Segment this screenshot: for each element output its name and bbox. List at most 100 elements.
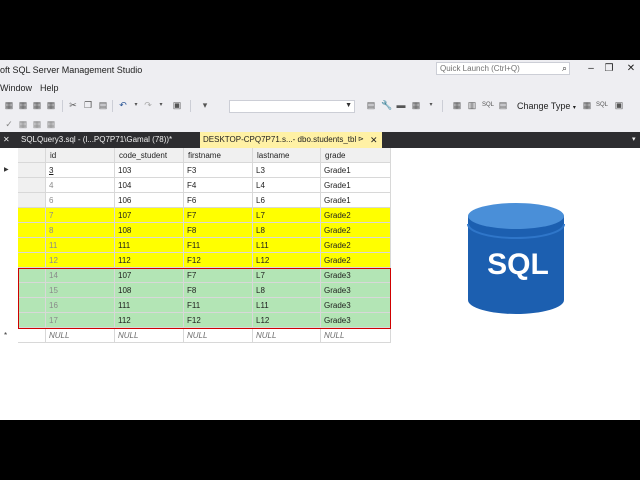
parse-icon[interactable]: ▦ xyxy=(18,119,28,129)
grid-cell-null[interactable]: NULL xyxy=(115,328,184,343)
undo-icon[interactable]: ↶ xyxy=(118,100,128,110)
grid-cell-code_student[interactable]: 104 xyxy=(115,178,184,193)
grid-cell-code_student[interactable]: 107 xyxy=(115,208,184,223)
grid-cell-grade[interactable]: Grade1 xyxy=(321,163,391,178)
grid-cell-null[interactable]: NULL xyxy=(46,328,115,343)
check-icon[interactable]: ✓ xyxy=(4,119,14,129)
grid-cell-firstname[interactable]: F3 xyxy=(184,163,253,178)
grid-cell-firstname[interactable]: F4 xyxy=(184,178,253,193)
grid-cell-id[interactable]: 7 xyxy=(46,208,115,223)
grid-cell-lastname[interactable]: L11 xyxy=(253,238,321,253)
quick-launch-input[interactable]: Quick Launch (Ctrl+Q) ⌕ xyxy=(436,62,570,75)
current-row-marker-icon: ▶ xyxy=(4,167,9,173)
options-icon[interactable]: ▦ xyxy=(411,100,421,110)
column-header-firstname[interactable]: firstname xyxy=(184,148,253,163)
grid-cell-code_student[interactable]: 103 xyxy=(115,163,184,178)
tab-label: DESKTOP-CPQ7P71.s...- dbo.students_tbl xyxy=(203,135,357,144)
wrench-icon[interactable]: 🔧 xyxy=(381,100,392,110)
properties-icon[interactable]: ▤ xyxy=(366,100,376,110)
grid-cell-id[interactable]: 6 xyxy=(46,193,115,208)
row-selector[interactable] xyxy=(18,223,46,238)
tab-sqlquery3[interactable]: SQLQuery3.sql - (l...PQ7P71\Gamal (78))* xyxy=(21,132,172,148)
grid-cell-firstname[interactable]: F12 xyxy=(184,253,253,268)
row-selector[interactable]: ▶ xyxy=(4,163,46,178)
grid-cell-grade[interactable]: Grade2 xyxy=(321,253,391,268)
grid-cell-code_student[interactable]: 112 xyxy=(115,253,184,268)
query-icon[interactable]: ▦ xyxy=(46,100,56,110)
grid-pane-icon[interactable]: ▦ xyxy=(452,100,462,110)
results-pane-icon[interactable]: ▤ xyxy=(498,100,508,110)
grid-cell-null[interactable]: NULL xyxy=(321,328,391,343)
save-icon[interactable]: ▣ xyxy=(172,100,182,110)
grid-cell-grade[interactable]: Grade2 xyxy=(321,223,391,238)
grid-cell-lastname[interactable]: L12 xyxy=(253,253,321,268)
close-window-button[interactable]: ✕ xyxy=(624,63,638,74)
restore-button[interactable]: ❐ xyxy=(602,63,616,74)
verify-sql-icon[interactable]: SQL xyxy=(596,100,608,110)
grid-cell-code_student[interactable]: 111 xyxy=(115,238,184,253)
column-header-id[interactable]: id xyxy=(46,148,115,163)
pin-icon[interactable]: ⊳ xyxy=(358,132,364,148)
close-icon[interactable]: ✕ xyxy=(370,132,378,148)
grid-cell-id[interactable]: 11 xyxy=(46,238,115,253)
grid-cell-lastname[interactable]: L3 xyxy=(253,163,321,178)
add-table-icon[interactable]: ▣ xyxy=(614,100,624,110)
grid-cell-grade[interactable]: Grade2 xyxy=(321,238,391,253)
row-selector[interactable] xyxy=(18,178,46,193)
open-icon[interactable]: ▦ xyxy=(18,100,28,110)
tab-close-icon[interactable]: ✕ xyxy=(3,132,10,148)
database-icon[interactable]: ▦ xyxy=(32,100,42,110)
grid-cell-id[interactable]: 3 xyxy=(46,163,115,178)
column-header-lastname[interactable]: lastname xyxy=(253,148,321,163)
column-header-code_student[interactable]: code_student xyxy=(115,148,184,163)
chevron-down-icon[interactable]: ▾ xyxy=(131,100,141,110)
grid-cell-null[interactable]: NULL xyxy=(184,328,253,343)
row-selector[interactable] xyxy=(18,238,46,253)
execute-icon[interactable]: ▦ xyxy=(582,100,592,110)
grid-cell-null[interactable]: NULL xyxy=(253,328,321,343)
change-type-button[interactable]: Change Type ▾ xyxy=(517,101,576,111)
solution-config-select[interactable]: ▼ xyxy=(229,100,355,113)
grid-cell-lastname[interactable]: L7 xyxy=(253,208,321,223)
column-header-grade[interactable]: grade xyxy=(321,148,391,163)
grid-cell-firstname[interactable]: F8 xyxy=(184,223,253,238)
menu-help[interactable]: Help xyxy=(40,83,59,93)
grid-cell-firstname[interactable]: F11 xyxy=(184,238,253,253)
grid-cell-firstname[interactable]: F6 xyxy=(184,193,253,208)
stats-icon[interactable]: ▦ xyxy=(46,119,56,129)
grid-cell-code_student[interactable]: 108 xyxy=(115,223,184,238)
paste-icon[interactable]: ▤ xyxy=(98,100,108,110)
row-selector-new[interactable]: * xyxy=(4,328,46,343)
redo-icon[interactable]: ↷ xyxy=(143,100,153,110)
grid-cell-id[interactable]: 4 xyxy=(46,178,115,193)
minimize-button[interactable]: – xyxy=(584,63,598,74)
row-selector[interactable] xyxy=(18,253,46,268)
change-type-label: Change Type xyxy=(517,101,571,111)
chevron-down-icon[interactable]: ▾ xyxy=(156,100,166,110)
tab-overflow-icon[interactable]: ▾ xyxy=(632,132,636,148)
copy-icon[interactable]: ❐ xyxy=(83,100,93,110)
new-query-icon[interactable]: ▦ xyxy=(4,100,14,110)
grid-cell-code_student[interactable]: 106 xyxy=(115,193,184,208)
grid-cell-id[interactable]: 12 xyxy=(46,253,115,268)
menu-window[interactable]: Window xyxy=(0,83,32,93)
cut-icon[interactable]: ✂ xyxy=(68,100,78,110)
grid-cell-lastname[interactable]: L4 xyxy=(253,178,321,193)
config-icon[interactable]: ▾ xyxy=(200,100,210,110)
tab-students-table[interactable]: DESKTOP-CPQ7P71.s...- dbo.students_tbl ⊳… xyxy=(200,132,382,148)
grid-cell-grade[interactable]: Grade1 xyxy=(321,193,391,208)
sql-pane-icon[interactable]: SQL xyxy=(482,100,494,110)
grid-cell-grade[interactable]: Grade2 xyxy=(321,208,391,223)
grid-cell-lastname[interactable]: L6 xyxy=(253,193,321,208)
grid-cell-firstname[interactable]: F7 xyxy=(184,208,253,223)
grid-cell-lastname[interactable]: L8 xyxy=(253,223,321,238)
diagram-pane-icon[interactable]: ▥ xyxy=(467,100,477,110)
row-selector[interactable] xyxy=(18,208,46,223)
grid-cell-id[interactable]: 8 xyxy=(46,223,115,238)
grid-cell-grade[interactable]: Grade1 xyxy=(321,178,391,193)
row-selector[interactable] xyxy=(18,193,46,208)
toolbox-icon[interactable]: ▬ xyxy=(396,100,406,110)
chevron-down-icon[interactable]: ▾ xyxy=(426,100,436,110)
secondary-toolbar: ✓ ▦ ▦ ▦ xyxy=(0,116,640,133)
plan-icon[interactable]: ▦ xyxy=(32,119,42,129)
